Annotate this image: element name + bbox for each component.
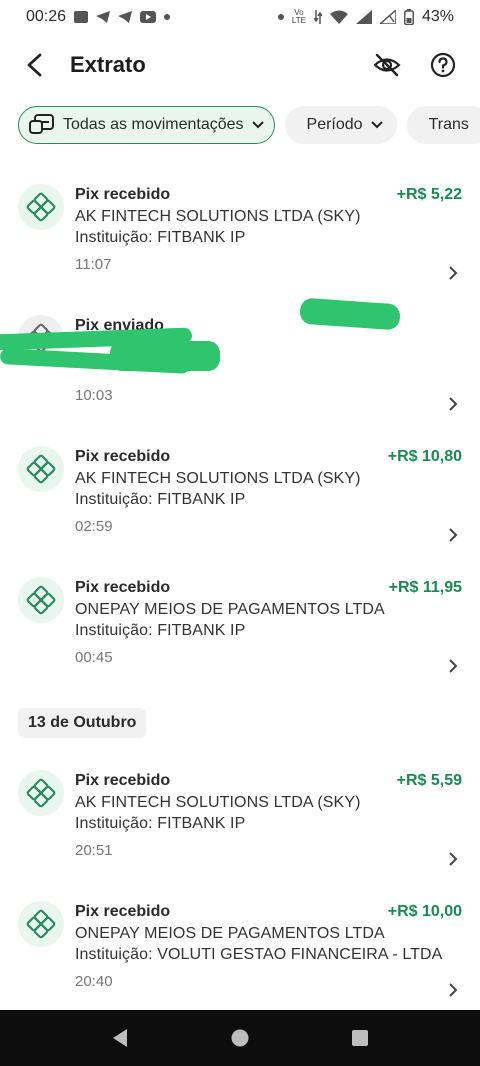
transaction-amount: +R$ 11,95 (388, 579, 462, 596)
data-arrows-icon (313, 10, 322, 24)
signal-icon (355, 10, 372, 24)
transaction-time: 00:45 (75, 649, 113, 666)
battery-icon (403, 9, 414, 25)
transaction-institution: Instituição: VOLUTI GESTAO FINANCEIRA - … (75, 946, 443, 963)
chevron-down-icon (251, 121, 264, 129)
eye-off-icon (373, 53, 401, 77)
transaction-item[interactable]: Pix recebido +R$ 5,22 AK FINTECH SOLUTIO… (0, 174, 480, 305)
circle-home-icon (231, 1029, 249, 1047)
chevron-right-icon (449, 266, 458, 280)
transaction-amount: +R$ 10,80 (387, 448, 462, 465)
chevron-right-icon (449, 983, 458, 997)
status-bar: 00:26 Vo LTE 43% (0, 0, 480, 34)
pix-icon (18, 577, 64, 623)
transaction-counterparty: ONEPAY MEIOS DE PAGAMENTOS LTDA (75, 925, 385, 942)
app-header: Extrato (0, 34, 480, 96)
filter-all-label: Todas as movimentações (63, 116, 244, 133)
help-icon (430, 52, 456, 78)
page-title: Extrato (70, 52, 146, 77)
nav-recents-button[interactable] (345, 1023, 375, 1053)
nav-home-button[interactable] (225, 1023, 255, 1053)
transaction-item[interactable]: Pix recebido +R$ 5,59 AK FINTECH SOLUTIO… (0, 760, 480, 891)
transaction-counterparty: ONEPAY MEIOS DE PAGAMENTOS LTDA (75, 601, 385, 618)
gallery-icon (74, 11, 89, 23)
filter-all-movements[interactable]: Todas as movimentações (18, 106, 275, 144)
transaction-time: 20:40 (75, 973, 113, 990)
transaction-counterparty: AK FINTECH SOLUTIONS LTDA (SKY) (75, 794, 361, 811)
volte-tag: Vo LTE (291, 8, 306, 25)
chevron-down-icon (370, 121, 383, 129)
transaction-time: 20:51 (75, 842, 113, 859)
pix-icon (18, 446, 64, 492)
telegram-icon (96, 11, 111, 23)
chevron-right-icon (449, 528, 458, 542)
date-separator: 13 de Outubro (0, 698, 480, 760)
filter-chips: Todas as movimentações Período Trans (0, 96, 480, 150)
transaction-time: 02:59 (75, 518, 113, 535)
date-label: 13 de Outubro (18, 708, 147, 738)
transaction-counterparty: AK FINTECH SOLUTIONS LTDA (SKY) (75, 470, 361, 487)
transaction-item[interactable]: Pix recebido +R$ 11,95 ONEPAY MEIOS DE P… (0, 567, 480, 698)
pix-icon (18, 184, 64, 230)
transaction-item[interactable]: Pix enviado 10:03 (0, 297, 480, 436)
chevron-right-icon (449, 659, 458, 673)
transaction-item[interactable]: Pix recebido +R$ 10,80 AK FINTECH SOLUTI… (0, 436, 480, 567)
nav-back-button[interactable] (105, 1023, 135, 1053)
transaction-amount: +R$ 5,59 (396, 772, 462, 789)
pix-icon (18, 901, 64, 947)
pix-icon (18, 770, 64, 816)
telegram-icon-2 (118, 11, 133, 23)
status-left: 00:26 (26, 8, 171, 26)
status-time: 00:26 (26, 8, 67, 25)
help-button[interactable] (426, 48, 460, 82)
notification-dot-icon-right (277, 14, 284, 20)
battery-percent: 43% (421, 8, 454, 25)
transaction-institution: Instituição: FITBANK IP (75, 491, 246, 508)
filter-period[interactable]: Período (284, 106, 397, 144)
status-right: Vo LTE 43% (277, 8, 454, 26)
back-arrow-icon (27, 53, 42, 77)
transaction-institution: Instituição: FITBANK IP (75, 622, 246, 639)
transactions-icon (29, 114, 54, 134)
redaction-mark (110, 341, 220, 371)
notification-dot-icon (164, 14, 171, 20)
system-nav-bar (0, 1010, 480, 1066)
transaction-counterparty: AK FINTECH SOLUTIONS LTDA (SKY) (75, 208, 361, 225)
transaction-time: 11:07 (75, 256, 112, 273)
chevron-right-icon (449, 397, 458, 411)
square-recents-icon (352, 1030, 368, 1046)
wifi-icon (329, 10, 348, 24)
signal-nodata-icon (379, 10, 396, 24)
transaction-item[interactable]: Pix recebido +R$ 10,00 ONEPAY MEIOS DE P… (0, 891, 480, 1022)
transaction-time: 10:03 (75, 387, 113, 404)
filter-period-label: Período (306, 116, 363, 133)
filter-type[interactable]: Trans (406, 106, 480, 144)
youtube-icon (140, 11, 157, 23)
transaction-institution: Instituição: FITBANK IP (75, 229, 246, 246)
transaction-amount: +R$ 5,22 (396, 186, 462, 203)
filter-type-label: Trans (428, 116, 469, 133)
transaction-institution: Instituição: FITBANK IP (75, 815, 246, 832)
chevron-right-icon (449, 852, 458, 866)
transaction-list: Pix recebido +R$ 5,22 AK FINTECH SOLUTIO… (0, 174, 480, 1022)
triangle-back-icon (113, 1029, 127, 1047)
transaction-amount: +R$ 10,00 (387, 903, 462, 920)
hide-values-button[interactable] (370, 48, 404, 82)
back-button[interactable] (20, 50, 50, 80)
